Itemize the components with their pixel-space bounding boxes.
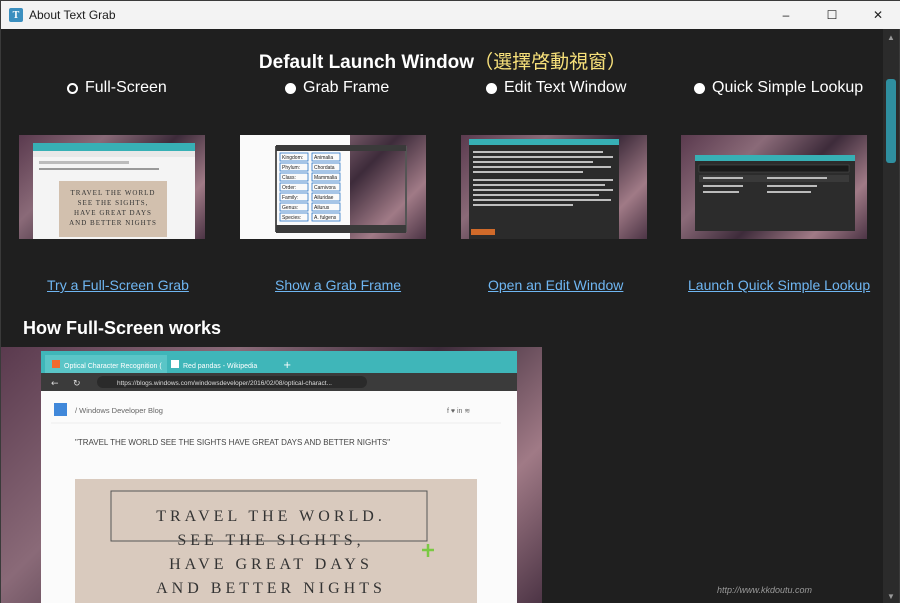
scrollbar-thumb[interactable] <box>886 79 896 163</box>
svg-text:Kingdom:: Kingdom: <box>282 155 303 161</box>
open-edit-window-link[interactable]: Open an Edit Window <box>488 277 623 293</box>
about-content: Default Launch Window（選擇啓動視窗） Full-Scree… <box>1 29 884 603</box>
full-screen-preview-image: TRAVEL THE WORLD SEE THE SIGHTS, HAVE GR… <box>19 135 205 239</box>
svg-text:Class:: Class: <box>282 175 296 181</box>
poster-line-3: HAVE GREAT DAYS <box>169 556 373 573</box>
maximize-button[interactable]: ☐ <box>809 1 855 29</box>
grab-frame-preview-image: Kingdom: Animalia Phylum: Chordata Class: M… <box>240 135 426 239</box>
poster-line-1: TRAVEL THE WORLD. <box>156 508 386 525</box>
quick-lookup-preview-image <box>681 135 867 239</box>
radio-selected-indicator <box>67 82 78 94</box>
launch-heading-cjk: （選擇啓動視窗） <box>474 52 627 73</box>
window-title: About Text Grab <box>29 8 116 22</box>
poster-line-4: AND BETTER NIGHTS <box>156 580 386 597</box>
quick-lookup-preview-graphic <box>695 155 855 231</box>
svg-text:Family:: Family: <box>282 195 298 201</box>
edit-window-preview-image <box>461 135 647 239</box>
radio-indicator <box>486 82 497 94</box>
svg-text:↻: ↻ <box>73 379 81 389</box>
radio-label: Quick Simple Lookup <box>712 79 864 96</box>
svg-text:Phylum:: Phylum: <box>282 165 300 171</box>
try-full-screen-grab-link[interactable]: Try a Full-Screen Grab <box>47 277 189 293</box>
full-screen-demo-image: Optical Character Recognition ( Red pand… <box>1 347 542 603</box>
svg-text:Animalia: Animalia <box>314 155 333 161</box>
svg-text:←: ← <box>51 379 59 389</box>
app-window: T About Text Grab – ☐ ✕ Default Launch W… <box>0 0 900 603</box>
svg-text:TRAVEL THE WORLD: TRAVEL THE WORLD <box>71 189 156 197</box>
svg-text:Species:: Species: <box>282 215 301 221</box>
launch-heading-text: Default Launch Window <box>258 52 475 73</box>
title-bar: T About Text Grab – ☐ ✕ <box>1 1 900 29</box>
svg-text:Order:: Order: <box>282 185 296 191</box>
minimize-button[interactable]: – <box>763 1 809 29</box>
svg-text:SEE THE SIGHTS,: SEE THE SIGHTS, <box>78 199 149 207</box>
browser-tab-1: Optical Character Recognition ( <box>64 363 162 370</box>
radio-quick-simple-lookup[interactable]: Quick Simple Lookup <box>694 79 863 97</box>
radio-edit-text-window[interactable]: Edit Text Window <box>486 79 626 97</box>
svg-text:Mammalia: Mammalia <box>314 175 337 181</box>
radio-label: Full-Screen <box>85 79 167 96</box>
svg-text:+: + <box>283 360 291 371</box>
how-full-screen-works-heading: How Full-Screen works <box>23 318 222 338</box>
radio-grab-frame[interactable]: Grab Frame <box>285 79 389 97</box>
svg-text:HAVE GREAT DAYS: HAVE GREAT DAYS <box>74 209 152 217</box>
svg-text:AND BETTER NIGHTS: AND BETTER NIGHTS <box>69 219 157 227</box>
watermark-text: http://www.kkdoutu.com <box>717 585 813 595</box>
blog-name: / Windows Developer Blog <box>75 406 163 415</box>
svg-text:Chordata: Chordata <box>314 165 335 171</box>
svg-text:Genus:: Genus: <box>282 205 298 211</box>
browser-tab-2: Red pandas - Wikipedia <box>183 363 257 370</box>
edit-window-preview-graphic <box>469 139 619 239</box>
svg-text:f ♥ in ≋: f ♥ in ≋ <box>447 408 470 415</box>
radio-full-screen[interactable]: Full-Screen <box>67 79 167 97</box>
radio-label: Edit Text Window <box>504 79 627 96</box>
text-grab-app-icon: T <box>9 8 23 22</box>
svg-text:Carnivora: Carnivora <box>314 185 336 191</box>
close-button[interactable]: ✕ <box>855 1 900 29</box>
show-grab-frame-link[interactable]: Show a Grab Frame <box>275 277 401 293</box>
radio-indicator <box>285 82 296 94</box>
radio-label: Grab Frame <box>303 79 390 96</box>
browser-address: https://blogs.windows.com/windowsdevelop… <box>117 380 332 387</box>
window-controls: – ☐ ✕ <box>763 1 900 29</box>
svg-text:Ailurus: Ailurus <box>314 205 330 211</box>
svg-text:A. fulgens: A. fulgens <box>314 215 337 221</box>
radio-indicator <box>694 82 705 94</box>
poster-line-2: SEE THE SIGHTS, <box>177 532 364 549</box>
launch-quick-lookup-link[interactable]: Launch Quick Simple Lookup <box>688 277 870 293</box>
quote-text: "TRAVEL THE WORLD SEE THE SIGHTS HAVE GR… <box>75 438 390 447</box>
vertical-scrollbar[interactable]: ▲ ▼ <box>883 29 899 603</box>
browser-demo-graphic: Optical Character Recognition ( Red pand… <box>41 351 517 603</box>
full-screen-preview-graphic: TRAVEL THE WORLD SEE THE SIGHTS, HAVE GR… <box>33 143 195 239</box>
launch-window-heading: Default Launch Window（選擇啓動視窗） <box>1 47 884 74</box>
grab-frame-preview-graphic: Kingdom: Animalia Phylum: Chordata Class: M… <box>240 135 407 239</box>
scroll-up-arrow-icon[interactable]: ▲ <box>883 29 899 45</box>
svg-text:Ailuridae: Ailuridae <box>314 195 334 201</box>
scroll-down-arrow-icon[interactable]: ▼ <box>883 588 899 603</box>
